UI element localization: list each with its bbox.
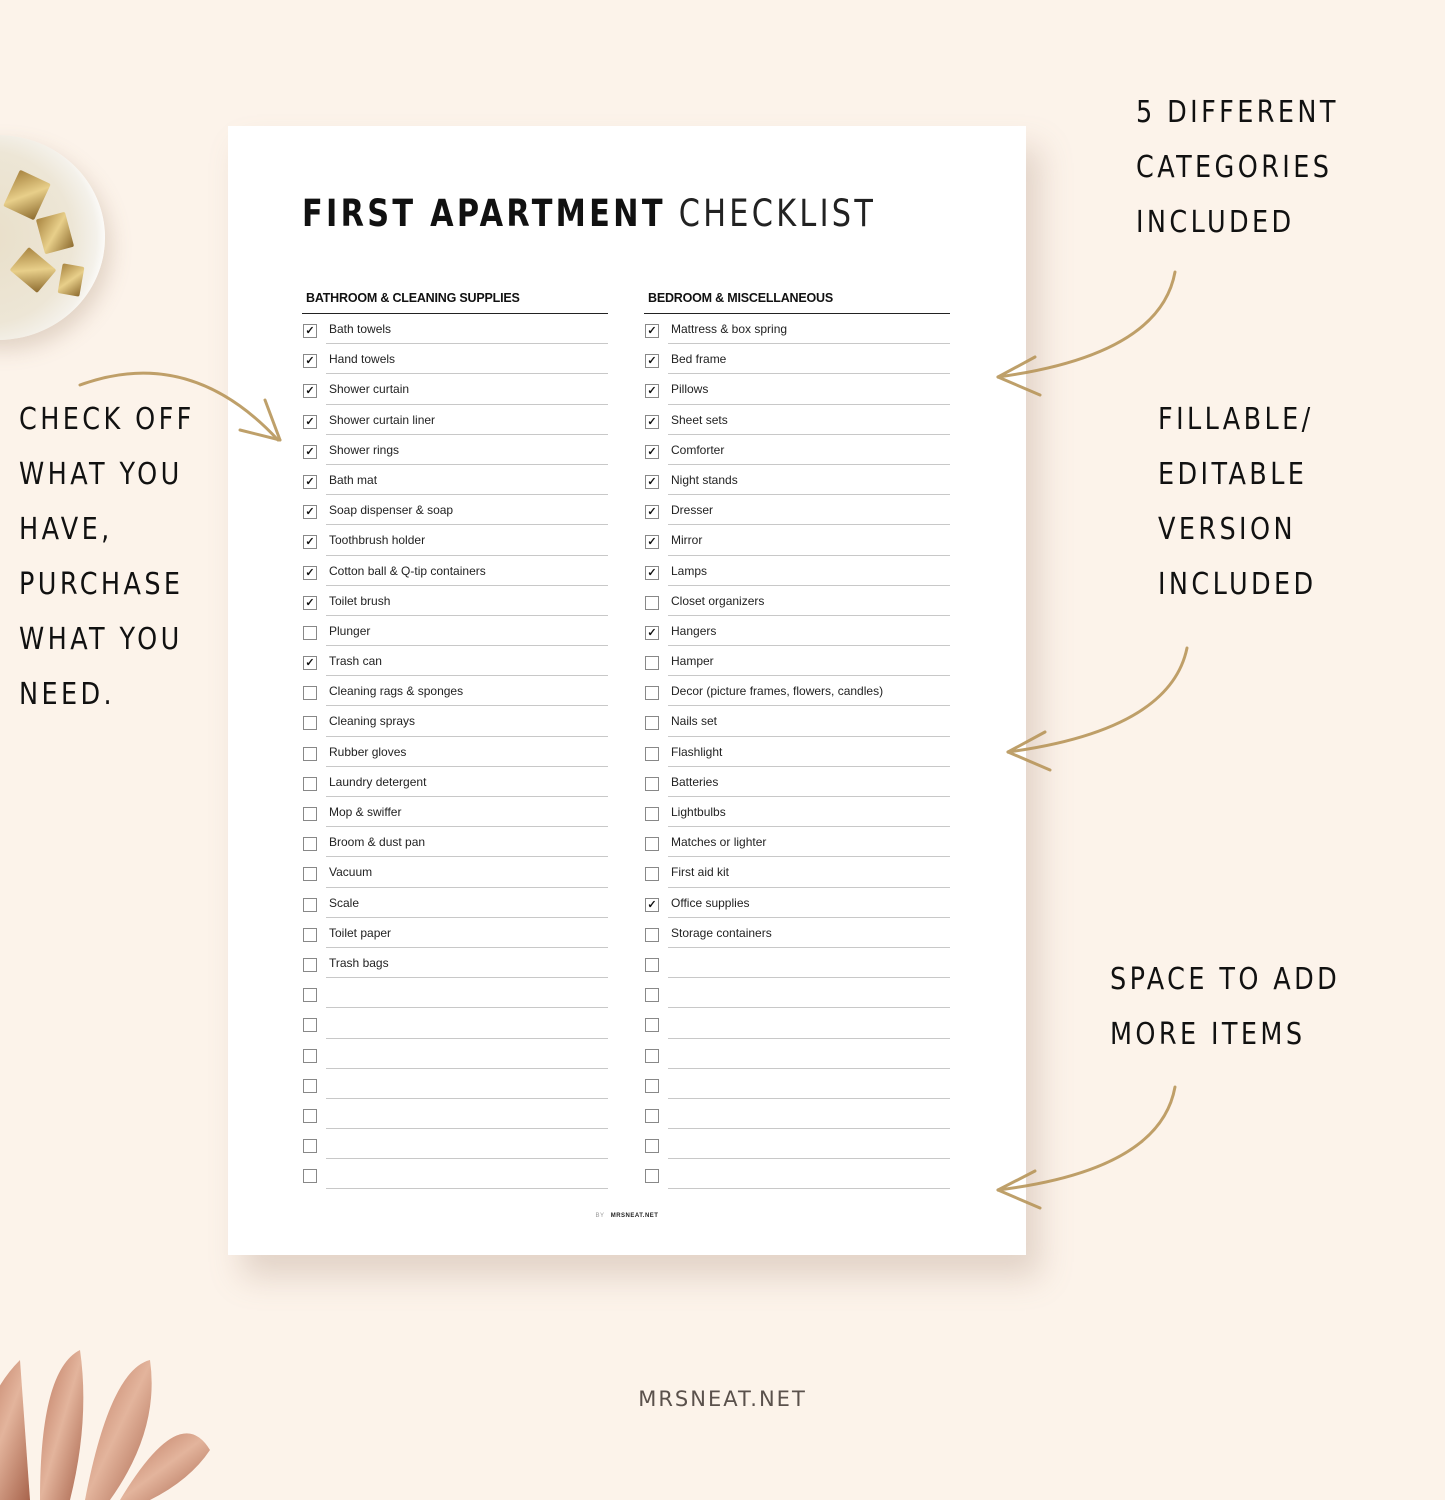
gold-arrow-icon-top-right	[996, 270, 1177, 397]
gold-arrow-icon-middle-right	[1006, 646, 1189, 772]
gold-arrow-icon-bottom-right	[996, 1085, 1177, 1210]
gold-arrow-icon-left	[78, 371, 282, 442]
site-label: MRSNEAT.NET	[638, 1387, 807, 1411]
arrows-layer	[78, 270, 1189, 1210]
